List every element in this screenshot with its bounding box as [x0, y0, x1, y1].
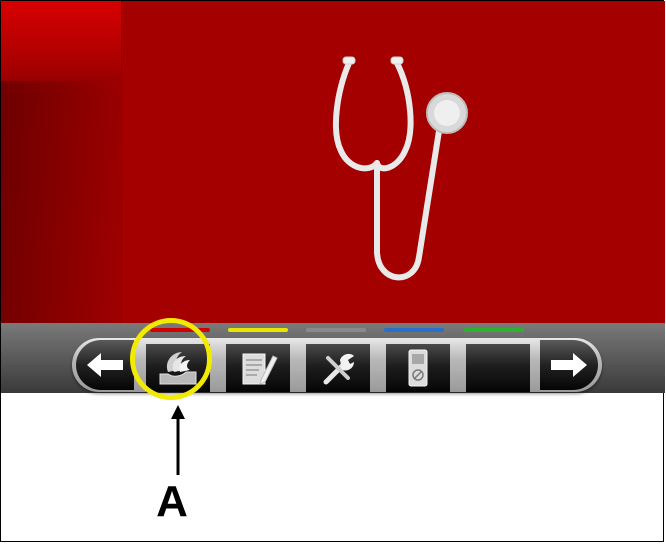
forward-button[interactable]	[540, 340, 598, 390]
handheld-device-icon	[408, 349, 428, 387]
notes-button[interactable]	[226, 344, 290, 392]
device-screen	[1, 1, 665, 323]
color-tab-green	[464, 328, 524, 332]
blank-icon	[478, 348, 518, 388]
tools-button[interactable]	[306, 344, 370, 392]
blank-button[interactable]	[466, 344, 530, 392]
color-tab-yellow	[228, 328, 288, 332]
forward-arrow-icon	[551, 353, 587, 377]
notepad-pencil-icon	[242, 353, 278, 385]
callout-label: A	[156, 477, 188, 526]
back-arrow-icon	[87, 353, 123, 377]
tools-icon	[323, 353, 354, 385]
stethoscope-image	[333, 56, 468, 281]
side-panel	[1, 1, 122, 323]
back-button[interactable]	[76, 340, 134, 390]
highlight-circle	[130, 318, 212, 400]
color-tab-blue	[384, 328, 444, 332]
device-button[interactable]	[386, 344, 450, 392]
color-tab-gray	[306, 328, 366, 332]
callout-arrow-icon	[171, 405, 185, 475]
